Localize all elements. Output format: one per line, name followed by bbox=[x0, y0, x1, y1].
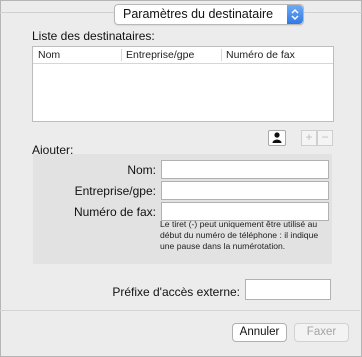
person-icon bbox=[272, 132, 282, 143]
cancel-button[interactable]: Annuler bbox=[232, 323, 287, 342]
recipients-list-label: Liste des destinataires: bbox=[32, 29, 155, 43]
column-divider bbox=[121, 49, 122, 61]
fax-number-label: Numéro de fax: bbox=[73, 205, 156, 219]
add-recipient-button[interactable]: + bbox=[301, 130, 317, 146]
external-prefix-label: Préfixe d'accès externe: bbox=[112, 285, 240, 299]
address-book-button[interactable] bbox=[268, 130, 286, 146]
fax-number-hint: Le tiret (-) peut uniquement être utilis… bbox=[160, 219, 319, 251]
company-label: Entreprise/gpe: bbox=[74, 184, 156, 198]
send-fax-button[interactable]: Faxer bbox=[294, 323, 349, 342]
name-field[interactable] bbox=[161, 160, 329, 179]
recipients-table-header: Nom Entreprise/gpe Numéro de fax bbox=[33, 47, 333, 64]
settings-popup-label: Paramètres du destinataire bbox=[123, 7, 274, 21]
company-field[interactable] bbox=[161, 181, 329, 200]
recipients-table[interactable]: Nom Entreprise/gpe Numéro de fax bbox=[32, 46, 334, 122]
remove-recipient-button[interactable]: − bbox=[317, 130, 333, 146]
footer-divider bbox=[0, 310, 360, 311]
external-prefix-field[interactable] bbox=[245, 279, 331, 300]
name-label: Nom: bbox=[127, 163, 156, 177]
column-header-company[interactable]: Entreprise/gpe bbox=[126, 49, 194, 61]
column-divider bbox=[221, 49, 222, 61]
column-header-fax[interactable]: Numéro de fax bbox=[226, 49, 295, 61]
column-header-name[interactable]: Nom bbox=[38, 49, 60, 61]
updown-chevron-icon bbox=[287, 5, 303, 24]
settings-popup[interactable]: Paramètres du destinataire bbox=[114, 4, 304, 25]
